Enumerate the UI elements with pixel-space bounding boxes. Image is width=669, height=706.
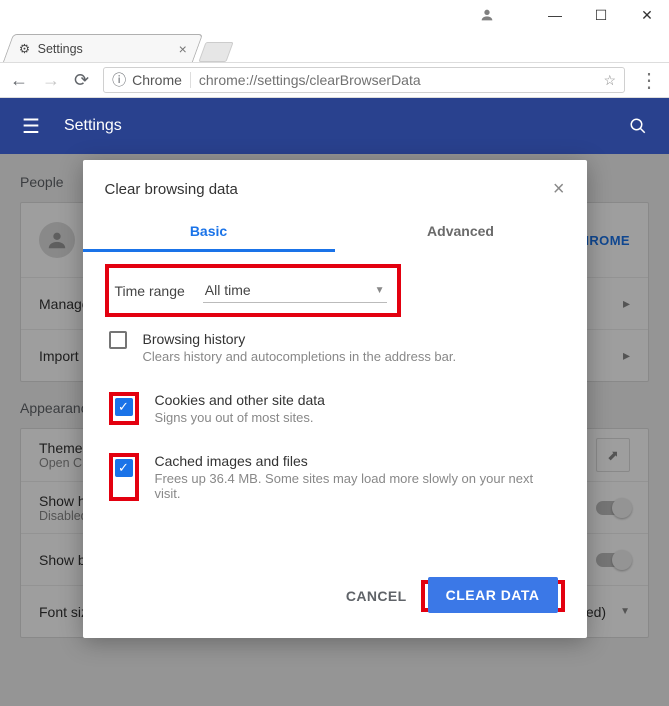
time-range-label: Time range (115, 283, 185, 299)
clear-browsing-data-dialog: Clear browsing data × Basic Advanced Tim… (83, 160, 587, 638)
clear-data-button[interactable]: CLEAR DATA (428, 577, 558, 613)
forward-button: → (42, 70, 60, 91)
bookmark-star-icon[interactable]: ☆ (603, 72, 616, 89)
dialog-close-button[interactable]: × (553, 178, 565, 201)
checkbox-history[interactable] (109, 331, 127, 349)
browser-menu-button[interactable]: ⋮ (639, 68, 659, 93)
new-tab-button[interactable] (198, 42, 233, 62)
checkbox-highlight: ✓ (109, 392, 139, 425)
gear-icon: ⚙ (19, 41, 30, 56)
clear-button-highlight: CLEAR DATA (421, 580, 565, 612)
close-tab-icon[interactable]: × (179, 41, 187, 57)
tab-strip: ⚙ Settings × (0, 30, 669, 62)
appbar-title: Settings (64, 117, 122, 135)
dialog-tabs: Basic Advanced (83, 211, 587, 252)
omnibox[interactable]: ⓘ Chrome chrome://settings/clearBrowserD… (103, 67, 625, 93)
cancel-button[interactable]: CANCEL (346, 588, 407, 604)
tab-title: Settings (38, 42, 83, 56)
time-range-select[interactable]: All time ▼ (203, 278, 387, 303)
option-cache: ✓ Cached images and files Frees up 36.4 … (105, 439, 565, 515)
checkbox-highlight: ✓ (109, 453, 139, 501)
maximize-button[interactable]: ☐ (587, 7, 615, 24)
option-cookies: ✓ Cookies and other site data Signs you … (105, 378, 565, 439)
browser-toolbar: ← → ⟳ ⓘ Chrome chrome://settings/clearBr… (0, 62, 669, 98)
profile-icon[interactable] (479, 7, 495, 23)
modal-overlay: Clear browsing data × Basic Advanced Tim… (0, 154, 669, 706)
minimize-button[interactable]: — (541, 7, 569, 23)
close-window-button[interactable]: ✕ (633, 7, 661, 24)
option-browsing-history: Browsing history Clears history and auto… (105, 317, 565, 378)
omnibox-app: Chrome (132, 72, 191, 88)
dialog-title: Clear browsing data (105, 181, 553, 198)
time-range-highlight: Time range All time ▼ (105, 264, 401, 317)
omnibox-url: chrome://settings/clearBrowserData (199, 72, 598, 88)
window-controls: — ☐ ✕ (0, 0, 669, 30)
back-button[interactable]: ← (10, 70, 28, 91)
checkbox-cache[interactable]: ✓ (115, 459, 133, 477)
settings-appbar: ☰ Settings (0, 98, 669, 154)
settings-content: People Sign in to get your bookmarks, hi… (0, 154, 669, 706)
reload-button[interactable]: ⟳ (74, 70, 89, 91)
chevron-down-icon: ▼ (375, 285, 385, 296)
browser-tab-settings[interactable]: ⚙ Settings × (3, 34, 203, 62)
menu-icon[interactable]: ☰ (22, 114, 40, 139)
search-icon[interactable] (629, 117, 647, 135)
tab-advanced[interactable]: Advanced (335, 211, 587, 252)
tab-basic[interactable]: Basic (83, 211, 335, 252)
info-icon: ⓘ (112, 70, 126, 90)
checkbox-cookies[interactable]: ✓ (115, 398, 133, 416)
